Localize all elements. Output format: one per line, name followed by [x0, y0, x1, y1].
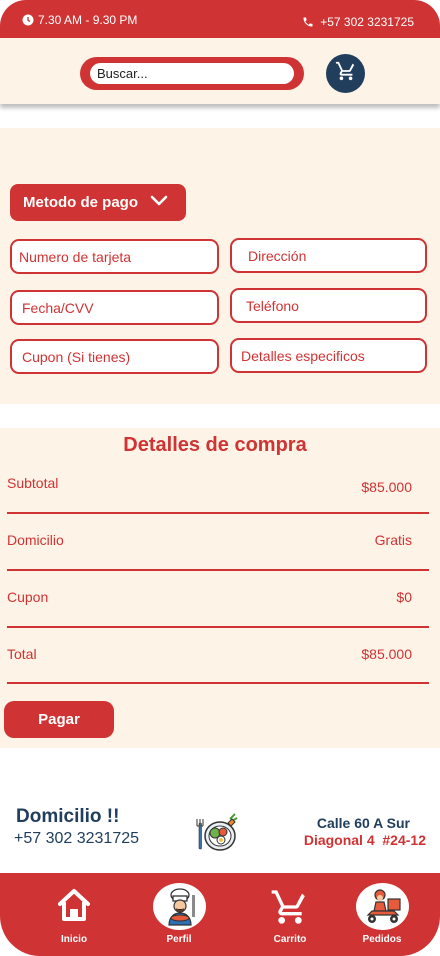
- nav-item-pedidos[interactable]: Pedidos: [342, 873, 422, 956]
- cart-icon: [335, 60, 357, 87]
- bottom-nav: Inicio Perfil Carrito Pedidos: [0, 873, 440, 956]
- hours-text: 7.30 AM - 9.30 PM: [38, 13, 138, 27]
- search-input[interactable]: [90, 63, 294, 84]
- phone-icon: [302, 16, 314, 28]
- delivery-phone: +57 302 3231725: [14, 830, 140, 847]
- card-number-field[interactable]: Numero de tarjeta: [10, 239, 219, 274]
- address-line-1: Calle 60 A Sur: [316, 815, 410, 831]
- date-cvv-placeholder: Fecha/CVV: [22, 299, 94, 316]
- total-value: $85.000: [361, 646, 412, 662]
- opening-hours: 7.30 AM - 9.30 PM: [22, 13, 137, 27]
- chef-icon: [153, 883, 206, 930]
- purchase-details: Detalles de compra Subtotal $85.000 Domi…: [0, 428, 440, 748]
- details-placeholder: Detalles especificos: [241, 347, 365, 364]
- coupon-placeholder: Cupon (Si tienes): [22, 348, 131, 365]
- header: [0, 38, 440, 104]
- home-icon: [56, 887, 92, 928]
- search-bar: [80, 57, 304, 90]
- coupon-label: Cupon: [7, 589, 49, 605]
- total-label: Total: [7, 646, 37, 662]
- purchase-details-title: Detalles de compra: [123, 434, 307, 456]
- contact-phone: +57 302 3231725: [302, 15, 414, 29]
- address-placeholder: Dirección: [248, 247, 307, 264]
- top-bar: 7.30 AM - 9.30 PM +57 302 3231725: [0, 0, 440, 38]
- details-field[interactable]: Detalles especificos: [230, 338, 427, 373]
- nav-label-pedidos: Pedidos: [362, 934, 402, 945]
- payment-method-label: Metodo de pago: [23, 194, 138, 211]
- shipping-label: Domicilio: [7, 532, 64, 548]
- payment-form: Metodo de pago Numero de tarjeta Direcci…: [0, 128, 440, 404]
- address-field[interactable]: Dirección: [230, 238, 427, 273]
- phone-text: +57 302 3231725: [320, 15, 414, 29]
- payment-method-dropdown[interactable]: Metodo de pago: [10, 184, 186, 221]
- delivery-title: Domicilio !!: [16, 806, 120, 827]
- pay-button[interactable]: Pagar: [4, 701, 114, 738]
- nav-label-perfil: Perfil: [166, 934, 192, 945]
- card-number-placeholder: Numero de tarjeta: [19, 248, 132, 265]
- divider: [7, 569, 429, 571]
- nav-label-inicio: Inicio: [60, 934, 88, 945]
- nav-label-carrito: Carrito: [273, 934, 307, 945]
- coupon-value: $0: [396, 589, 412, 605]
- divider: [7, 512, 429, 514]
- food-plate-icon: [196, 809, 240, 858]
- chevron-down-icon: [150, 194, 168, 211]
- subtotal-value: $85.000: [361, 479, 412, 495]
- nav-item-carrito[interactable]: Carrito: [250, 873, 330, 956]
- divider: [7, 682, 429, 684]
- header-cart-button[interactable]: [326, 54, 365, 93]
- shipping-value: Gratis: [374, 532, 412, 548]
- address-line-2: Diagonal 4 #24-12: [303, 832, 426, 848]
- clock-icon: [22, 14, 34, 26]
- coupon-field[interactable]: Cupon (Si tienes): [10, 339, 219, 374]
- cart-icon: [270, 887, 310, 932]
- phone-placeholder: Teléfono: [246, 297, 299, 314]
- date-cvv-field[interactable]: Fecha/CVV: [10, 290, 219, 325]
- pay-button-label: Pagar: [38, 711, 80, 728]
- delivery-scooter-icon: [356, 883, 409, 930]
- nav-item-inicio[interactable]: Inicio: [34, 873, 114, 956]
- nav-item-perfil[interactable]: Perfil: [139, 873, 219, 956]
- divider: [7, 626, 429, 628]
- subtotal-label: Subtotal: [7, 475, 59, 491]
- phone-field[interactable]: Teléfono: [230, 288, 427, 323]
